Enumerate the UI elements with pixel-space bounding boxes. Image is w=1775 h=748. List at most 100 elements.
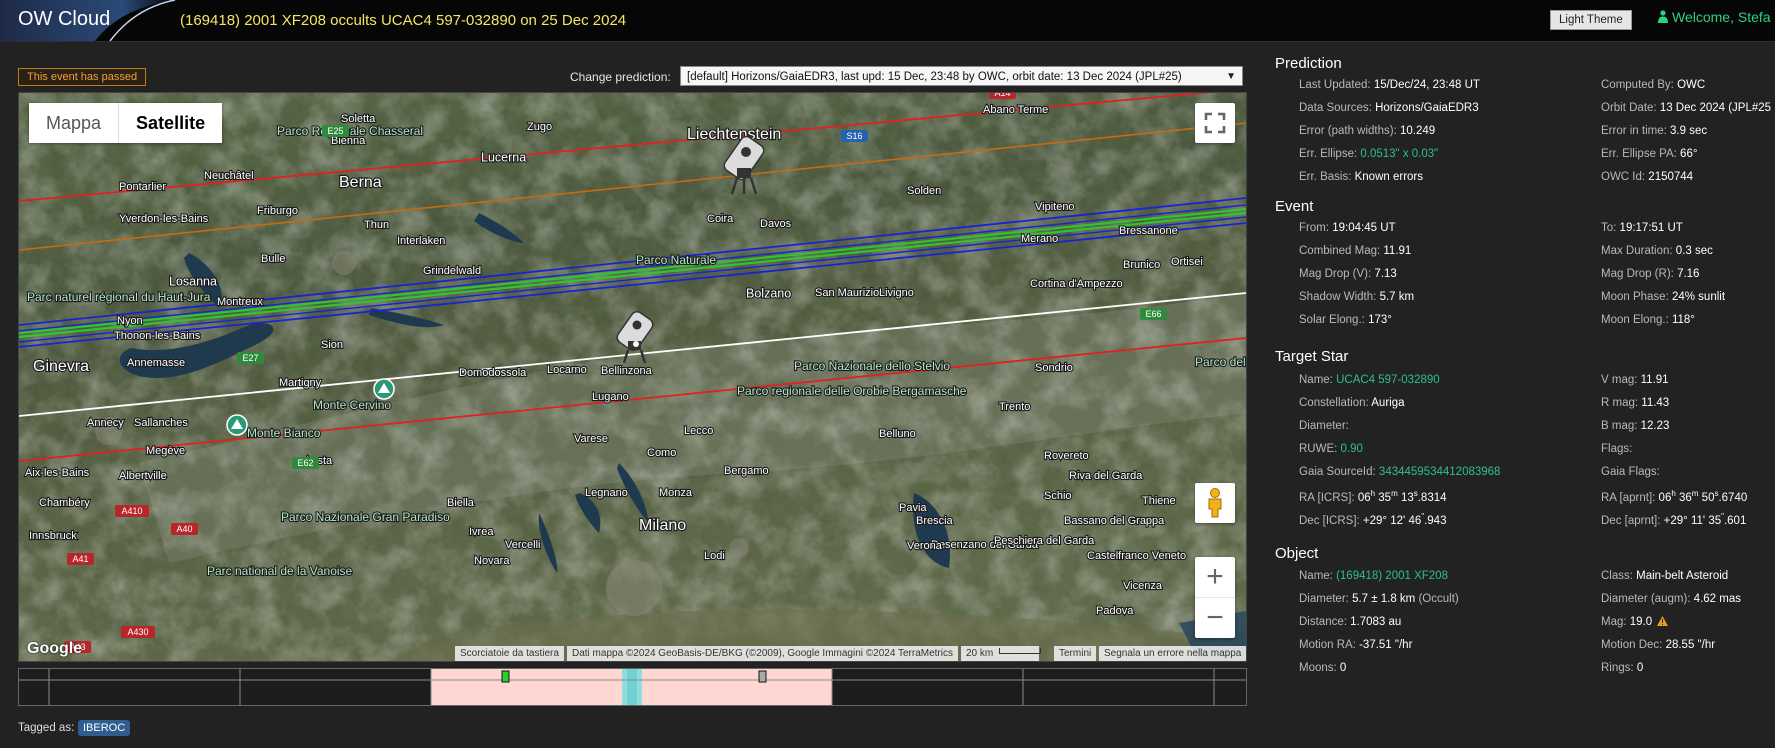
scale-bar-icon [999, 648, 1042, 654]
star-name-link[interactable]: UCAC4 597-032890 [1336, 374, 1440, 386]
map-place-label: Locarno [547, 364, 587, 376]
ra-seconds: 50 [1701, 491, 1715, 504]
field-key: Gaia SourceId: [1299, 466, 1376, 478]
map-place-label: Friburgo [257, 205, 298, 217]
field-key: Distance: [1299, 616, 1347, 628]
map-place-label: Schio [1044, 490, 1072, 502]
field-key: Moon Phase: [1601, 291, 1669, 303]
dec-arcsec: 35 [1708, 514, 1722, 527]
prediction-select[interactable]: [default] Horizons/GaiaEDR3, last upd: 1… [680, 66, 1243, 86]
error-basis-field: Err. Basis: Known errors [1299, 171, 1423, 183]
zoom-in-button[interactable]: + [1195, 557, 1235, 598]
map-place-label: Aix-les-Bains [25, 467, 90, 479]
map-place-label: Livigno [879, 287, 914, 299]
tagged-as-label: Tagged as: [18, 722, 75, 734]
field-key: Dec [ICRS]: [1299, 514, 1360, 527]
dec-icrs-field: Dec [ICRS]: +29° 12' 46".943 [1299, 512, 1446, 527]
field-key: OWC Id: [1601, 171, 1646, 183]
field-key: Error (path widths): [1299, 125, 1397, 137]
road-shield-label: E27 [242, 353, 258, 363]
timeline-end-marker[interactable] [758, 670, 767, 683]
map-type-satellite-button[interactable]: Satellite [119, 103, 222, 143]
map-place-label: Castelfranco Veneto [1087, 550, 1186, 562]
rings-field: Rings: 0 [1601, 662, 1643, 674]
object-name-link[interactable]: (169418) 2001 XF208 [1336, 570, 1448, 582]
unit-arcmin: ' [1702, 514, 1706, 527]
field-key: Mag Drop (V): [1299, 268, 1372, 280]
field-key: Diameter: [1299, 593, 1349, 605]
map-place-label: Thun [364, 219, 389, 231]
owc-id-field: OWC Id: 2150744 [1601, 171, 1693, 183]
field-value: 5.7 km [1379, 291, 1415, 303]
map-place-label: Monza [659, 487, 693, 499]
unit-h: h [1671, 489, 1676, 498]
map-place-label: Milano [639, 517, 686, 534]
zoom-out-button[interactable]: − [1195, 598, 1235, 638]
event-title: (169418) 2001 XF208 occults UCAC4 597-03… [180, 12, 627, 29]
solar-elong-field: Solar Elong.: 173° [1299, 314, 1392, 326]
field-value: 0.3 sec [1675, 245, 1713, 257]
details-panel: Prediction Last Updated: 15/Dec/24, 23:4… [1275, 0, 1775, 748]
object-name-field: Name: (169418) 2001 XF208 [1299, 570, 1448, 582]
field-key: Err. Basis: [1299, 171, 1352, 183]
map-type-map-button[interactable]: Mappa [29, 103, 120, 143]
satellite-map-canvas[interactable]: BesançonSolettaZugoLiechtensteinParco Re… [19, 93, 1246, 661]
dec-degrees: +29° [1663, 514, 1688, 527]
ra-hours: 06 [1658, 491, 1672, 504]
dec-degrees: +29° [1362, 514, 1388, 527]
r-mag-field: R mag: 11.43 [1601, 397, 1669, 409]
field-key: Diameter (augm): [1601, 593, 1691, 605]
event-passed-badge: This event has passed [18, 68, 147, 86]
field-value: -37.51 "/hr [1359, 639, 1413, 651]
mountain-marker-icon[interactable] [226, 414, 248, 436]
ra-minutes: 36 [1679, 491, 1692, 504]
road-shield-label: E62 [297, 458, 313, 468]
combined-mag-field: Combined Mag: 11.91 [1299, 245, 1411, 257]
shadow-width-field: Shadow Width: 5.7 km [1299, 291, 1414, 303]
fullscreen-button[interactable] [1195, 103, 1235, 143]
timeline-start-marker[interactable] [501, 670, 510, 683]
object-diameter-field: Diameter: 5.7 ± 1.8 km (Occult) [1299, 593, 1459, 605]
map-place-label: Brescia [916, 515, 954, 527]
map-place-label: Riva del Garda [1069, 470, 1143, 482]
field-value: 11.91 [1383, 245, 1412, 257]
app-brand[interactable]: OW Cloud [18, 8, 110, 31]
keyboard-shortcuts-link[interactable]: Scorciatoie da tastiera [455, 646, 564, 661]
field-key: Constellation: [1299, 397, 1369, 409]
field-value: Known errors [1354, 171, 1423, 183]
map-scale[interactable]: 20 km [961, 646, 1042, 661]
map-place-label: Lodi [704, 550, 725, 562]
ruwe-link[interactable]: 0.90 [1341, 443, 1363, 455]
terms-link[interactable]: Termini [1054, 646, 1097, 661]
tag-badge[interactable]: IBEROC [78, 720, 131, 736]
mountain-marker-icon[interactable] [373, 378, 395, 400]
data-sources-field: Data Sources: Horizons/GaiaEDR3 [1299, 102, 1479, 114]
occultation-map[interactable]: BesançonSolettaZugoLiechtensteinParco Re… [18, 92, 1247, 662]
star-name-field: Name: UCAC4 597-032890 [1299, 374, 1440, 386]
moon-elong-field: Moon Elong.: 118° [1601, 314, 1695, 326]
moons-field: Moons: 0 [1299, 662, 1346, 674]
field-key: Mag: [1601, 616, 1627, 628]
street-view-pegman-button[interactable] [1195, 483, 1235, 523]
map-place-label: Albertville [119, 470, 167, 482]
field-value: Main-belt Asteroid [1636, 570, 1729, 582]
computed-by-field: Computed By: OWC [1601, 79, 1705, 91]
map-place-label: Padova [1096, 605, 1134, 617]
warning-icon[interactable] [1657, 616, 1669, 626]
error-ellipse-link[interactable]: 0.0513" x 0.03" [1360, 148, 1438, 160]
gaia-source-id-link[interactable]: 3434459534412083968 [1379, 466, 1501, 478]
map-place-label: Nyon [117, 315, 143, 327]
event-timeline[interactable] [18, 668, 1247, 706]
report-map-error-link[interactable]: Segnala un errore nella mappa [1099, 646, 1246, 661]
map-place-label: Novara [474, 555, 510, 567]
field-key: B mag: [1601, 420, 1638, 432]
road-shield-label: A14 [994, 93, 1010, 98]
field-value: 19:17:51 UT [1619, 222, 1683, 234]
map-place-label: Como [647, 447, 676, 459]
map-type-toggle[interactable]: Mappa Satellite [29, 103, 223, 143]
flags-field: Flags: [1601, 443, 1632, 455]
field-key: Err. Ellipse PA: [1601, 148, 1677, 160]
map-place-label: Parco Naturale [636, 253, 716, 267]
map-place-label: Monte Bianco [247, 426, 321, 440]
chevron-down-icon: ▼ [1226, 71, 1236, 82]
